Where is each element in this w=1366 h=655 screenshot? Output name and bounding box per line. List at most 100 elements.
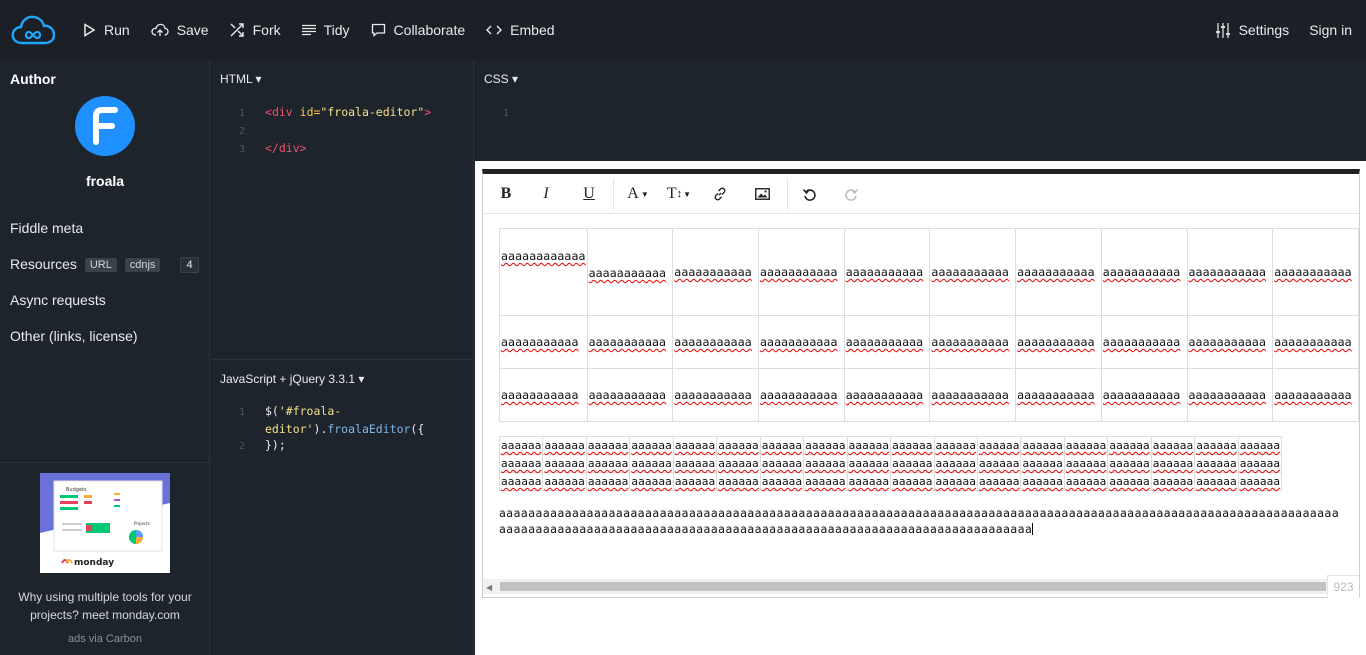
table-cell[interactable]: aaaaaa: [672, 454, 718, 473]
table-cell[interactable]: aaaaaa: [1150, 454, 1196, 473]
table-cell[interactable]: aaaaaa: [1063, 454, 1109, 473]
table-cell[interactable]: aaaaaaaaaaa: [1100, 315, 1188, 369]
settings-button[interactable]: Settings: [1215, 22, 1289, 38]
html-panel[interactable]: HTML ▾ 1 <div id="froala-editor"> 2 3 </di…: [211, 60, 474, 358]
table-cell[interactable]: aaaaaa: [1150, 436, 1196, 455]
table-cell[interactable]: aaaaaa: [1020, 472, 1065, 491]
table-cell[interactable]: aaaaaa: [976, 436, 1022, 455]
font-size-dropdown[interactable]: T ↕ ▼: [664, 182, 694, 206]
other-links-item[interactable]: Other (links, license): [10, 328, 138, 344]
table-cell[interactable]: aaaaaa: [1020, 454, 1065, 473]
table-cell[interactable]: aaaaaa: [976, 454, 1022, 473]
table-cell[interactable]: aaaaaaaaaaa: [843, 315, 931, 369]
redo-button[interactable]: [840, 182, 862, 206]
html-code[interactable]: 1 <div id="froala-editor"> 2 3 </div>: [225, 104, 431, 158]
table-cell[interactable]: aaaaaaaaaaa: [929, 315, 1017, 369]
table-cell[interactable]: aaaaaaaaaaa: [1100, 368, 1188, 422]
editor-content[interactable]: aaaaaaaaaaaa aaaaaaaaaaa aaaaaaaaaaa aaa…: [483, 215, 1359, 579]
save-button[interactable]: Save: [151, 22, 209, 38]
table-cell[interactable]: aaaaaa: [803, 436, 848, 455]
js-code[interactable]: 1 $('#froala- editor').froalaEditor({ 2})…: [225, 403, 424, 455]
table-cell[interactable]: aaaaaa: [759, 436, 805, 455]
table-cell[interactable]: aaaaaa: [542, 436, 587, 455]
fiddle-meta-item[interactable]: Fiddle meta: [10, 220, 83, 236]
table-cell[interactable]: aaaaaa: [672, 436, 718, 455]
table-cell[interactable]: aaaaaa: [716, 472, 761, 491]
font-color-dropdown[interactable]: A ▼: [623, 182, 653, 206]
fork-button[interactable]: Fork: [230, 22, 281, 38]
resources-item[interactable]: Resources URL cdnjs: [10, 256, 161, 272]
scroll-left-icon[interactable]: ◀: [486, 583, 492, 592]
table-cell[interactable]: aaaaaa: [1194, 472, 1239, 491]
table-cell[interactable]: aaaaaa: [716, 436, 761, 455]
table-cell[interactable]: aaaaaa: [542, 454, 587, 473]
table-cell[interactable]: aaaaaaaaaaaa: [499, 228, 588, 316]
ad-text[interactable]: Why using multiple tools for your projec…: [8, 588, 202, 624]
table-cell[interactable]: aaaaaaaaaaa: [672, 368, 759, 422]
table-cell[interactable]: aaaaaaaaaaa: [672, 315, 759, 369]
author-name[interactable]: froala: [0, 173, 210, 189]
table-cell[interactable]: aaaaaa: [542, 472, 587, 491]
table-cell[interactable]: aaaaaa: [1237, 436, 1283, 455]
table-cell[interactable]: aaaaaa: [629, 472, 674, 491]
table-cell[interactable]: aaaaaa: [933, 454, 978, 473]
table-cell[interactable]: aaaaaaaaaaa: [1015, 315, 1102, 369]
table-cell[interactable]: aaaaaaaaaaa: [757, 368, 845, 422]
table-cell[interactable]: aaaaaaaaaaa: [499, 315, 588, 369]
tidy-button[interactable]: Tidy: [301, 22, 350, 38]
underline-button[interactable]: U: [578, 182, 600, 206]
table-cell[interactable]: aaaaaa: [585, 436, 631, 455]
ad-via-label[interactable]: ads via Carbon: [0, 633, 210, 645]
table-cell[interactable]: aaaaaaaaaaa: [586, 315, 674, 369]
table-cell[interactable]: aaaaaaaaaaa: [1186, 368, 1274, 422]
table-cell[interactable]: aaaaaa: [716, 454, 761, 473]
italic-button[interactable]: I: [535, 182, 557, 206]
insert-image-button[interactable]: [751, 182, 773, 206]
table-cell[interactable]: aaaaaaaaaaa: [843, 228, 931, 316]
table-cell[interactable]: aaaaaa: [1063, 436, 1109, 455]
table-cell[interactable]: aaaaaa: [976, 472, 1022, 491]
table-cell[interactable]: aaaaaa: [498, 436, 544, 455]
table-cell[interactable]: aaaaaaaaaaa: [757, 315, 845, 369]
table-cell[interactable]: aaaaaaaaaaa: [586, 228, 674, 316]
table-cell[interactable]: aaaaaaaaaaa: [1272, 228, 1359, 316]
js-panel-title[interactable]: JavaScript + jQuery 3.3.1 ▾: [220, 372, 364, 386]
table-cell[interactable]: aaaaaa: [1107, 454, 1152, 473]
table-cell[interactable]: aaaaaa: [629, 436, 674, 455]
table-cell[interactable]: aaaaaa: [890, 454, 935, 473]
table-cell[interactable]: aaaaaaaaaaa: [1015, 368, 1102, 422]
table-cell[interactable]: aaaaaa: [1107, 436, 1152, 455]
content-table-small[interactable]: aaaaaa aaaaaa aaaaaa aaaaaa aaaaaa aaaaaa aaaa…: [498, 436, 1283, 491]
collaborate-button[interactable]: Collaborate: [371, 22, 465, 38]
table-cell[interactable]: aaaaaa: [759, 454, 805, 473]
table-cell[interactable]: aaaaaa: [846, 472, 892, 491]
html-panel-title[interactable]: HTML ▾: [220, 72, 262, 86]
long-text-paragraph[interactable]: aaaaaaaaaaaaaaaaaaaaaaaaaaaaaaaaaaaaaaaa…: [499, 506, 1345, 538]
table-cell[interactable]: aaaaaaaaaaa: [1186, 315, 1274, 369]
sign-in-button[interactable]: Sign in: [1309, 22, 1352, 38]
table-cell[interactable]: aaaaaaaaaaa: [586, 368, 674, 422]
embed-button[interactable]: Embed: [486, 22, 555, 38]
froala-editor[interactable]: B I U A ▼ T ↕ ▼ aaaaaaaaaaaa aaaaaaaaaaa…: [482, 169, 1360, 598]
table-cell[interactable]: aaaaaaaaaaa: [1272, 368, 1359, 422]
table-cell[interactable]: aaaaaa: [585, 472, 631, 491]
avatar[interactable]: [75, 96, 135, 156]
url-tag[interactable]: URL: [84, 258, 117, 272]
table-cell[interactable]: aaaaaaaaaaa: [672, 228, 759, 316]
table-cell[interactable]: aaaaaa: [629, 454, 674, 473]
table-cell[interactable]: aaaaaa: [498, 472, 544, 491]
table-cell[interactable]: aaaaaa: [1020, 436, 1065, 455]
cdnjs-tag[interactable]: cdnjs: [124, 258, 161, 272]
table-cell[interactable]: aaaaaa: [1063, 472, 1109, 491]
undo-button[interactable]: [798, 182, 820, 206]
table-cell[interactable]: aaaaaa: [1237, 454, 1283, 473]
table-cell[interactable]: aaaaaa: [1237, 472, 1283, 491]
css-code[interactable]: 1: [489, 104, 529, 122]
table-cell[interactable]: aaaaaaaaaaa: [1100, 228, 1188, 316]
ad-image[interactable]: Budgets Projects monday: [40, 473, 170, 573]
table-cell[interactable]: aaaaaa: [672, 472, 718, 491]
table-cell[interactable]: aaaaaa: [890, 472, 935, 491]
scrollbar-thumb[interactable]: [500, 582, 1326, 591]
table-cell[interactable]: aaaaaa: [803, 454, 848, 473]
bold-button[interactable]: B: [495, 182, 517, 206]
